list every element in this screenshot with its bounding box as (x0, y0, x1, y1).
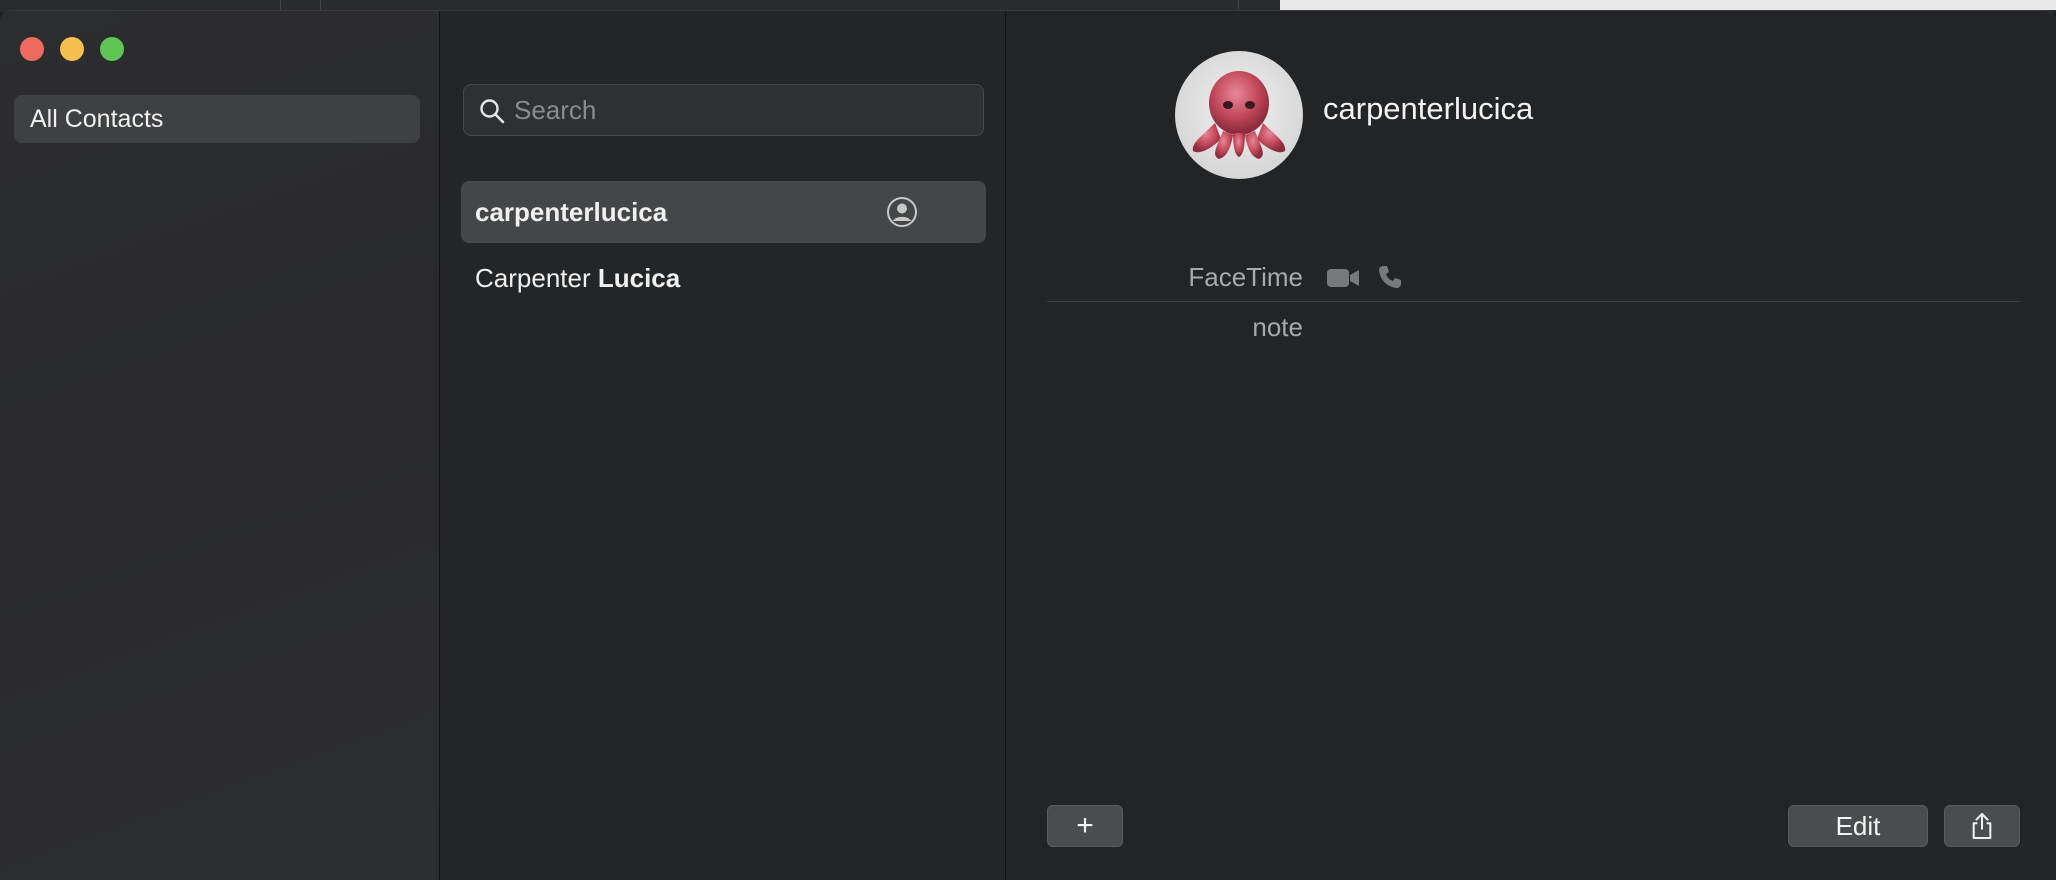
contact-list: carpenterlucica Carpenter Lucica (441, 11, 1006, 880)
contact-name: carpenterlucica (475, 196, 668, 227)
background-divider (280, 0, 281, 10)
video-icon[interactable] (1326, 267, 1360, 289)
background-window (1280, 0, 2056, 10)
share-button[interactable] (1944, 805, 2020, 847)
plus-icon: + (1076, 809, 1094, 842)
contact-last-name: Lucica (597, 262, 681, 293)
edit-button[interactable]: Edit (1788, 805, 1928, 847)
sidebar: All Contacts (0, 11, 440, 880)
contact-detail: carpenterlucica FaceTime note + Edit (1007, 11, 2056, 880)
background-divider (1238, 0, 1239, 10)
note-label: note (1252, 312, 1303, 342)
contact-row-carpenterlucica[interactable]: carpenterlucica (461, 181, 986, 243)
maximize-button[interactable] (100, 37, 124, 61)
contact-detail-name: carpenterlucica (1323, 91, 1534, 126)
add-field-button[interactable]: + (1047, 805, 1123, 847)
contact-first-name: Carpenter (475, 262, 598, 293)
contact-row-carpenter-lucica[interactable]: Carpenter Lucica (461, 247, 986, 309)
sidebar-item-label: All Contacts (30, 104, 164, 133)
search-field[interactable] (463, 84, 984, 136)
facetime-label: FaceTime (1188, 262, 1303, 292)
my-card-icon (887, 197, 917, 227)
contact-avatar[interactable] (1175, 51, 1303, 179)
minimize-button[interactable] (60, 37, 84, 61)
phone-icon[interactable] (1377, 264, 1403, 290)
sidebar-item-all-contacts[interactable]: All Contacts (14, 95, 420, 143)
search-input[interactable] (514, 85, 974, 135)
contacts-window: All Contacts carpenterlucica Carpenter L… (0, 10, 2056, 880)
field-divider (1047, 301, 2020, 302)
octopus-memoji-icon (1192, 71, 1286, 159)
share-icon (1972, 812, 1992, 840)
search-icon (480, 99, 505, 124)
background-divider (320, 0, 321, 10)
edit-button-label: Edit (1835, 810, 1881, 841)
close-button[interactable] (20, 37, 44, 61)
